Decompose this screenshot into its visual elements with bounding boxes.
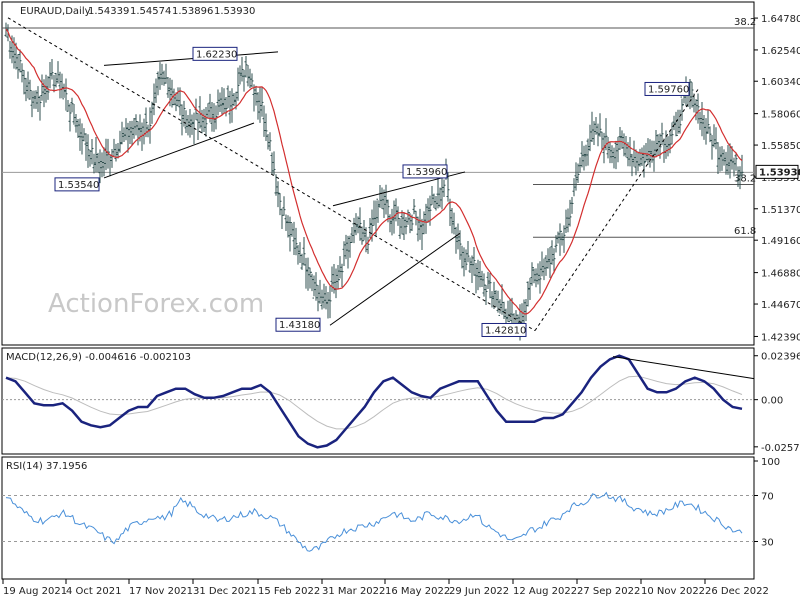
rsi-panel <box>1 456 755 580</box>
x-tick-label: 27 Sep 2022 <box>577 586 640 597</box>
x-tick-label: 17 Nov 2021 <box>129 586 193 597</box>
x-tick-label: 16 May 2022 <box>385 586 450 597</box>
x-tick-label: 10 Nov 2022 <box>641 586 705 597</box>
x-tick-label: 15 Feb 2022 <box>258 586 320 597</box>
price-title: EURAUD,Daily <box>20 6 91 17</box>
rsi-ytick-label: 30 <box>761 538 774 549</box>
annotation-label: 1.53960 <box>406 167 447 178</box>
ohlc-close: 1.53930 <box>214 6 255 17</box>
x-tick-label: 31 Mar 2022 <box>322 586 385 597</box>
ohlc-open: 1.54339 <box>88 6 129 17</box>
x-tick-label: 26 Dec 2022 <box>705 586 769 597</box>
price-ytick-label: 1.44670 <box>761 300 800 311</box>
annotation-label: 1.62230 <box>196 49 237 60</box>
price-ytick-label: 1.49160 <box>761 236 800 247</box>
price-ytick-label: 1.46880 <box>761 269 800 280</box>
macd-panel <box>1 347 755 455</box>
price-ytick-label: 1.55850 <box>761 141 800 152</box>
annotation-label: 1.42810 <box>485 325 526 336</box>
last-price-tag-label: 1.53930 <box>759 167 800 178</box>
fib-label: 38.2 <box>734 17 756 28</box>
ohlc-low: 1.53896 <box>172 6 213 17</box>
fib-label: 38.2 <box>734 173 756 184</box>
macd-ytick-label: 0.00 <box>761 396 783 407</box>
annotation-label: 1.59760 <box>648 84 689 95</box>
x-tick-label: 19 Aug 2021 <box>3 586 67 597</box>
price-ytick-label: 1.64780 <box>761 14 800 25</box>
price-ytick-label: 1.58060 <box>761 110 800 121</box>
x-tick-label: 31 Dec 2021 <box>193 586 257 597</box>
ohlc-high: 1.54574 <box>130 6 171 17</box>
price-ytick-label: 1.42390 <box>761 332 800 343</box>
price-ytick-label: 1.62540 <box>761 46 800 57</box>
rsi-ytick-label: 100 <box>761 457 780 468</box>
rsi-title: RSI(14) 37.1956 <box>6 461 87 472</box>
watermark: ActionForex.com <box>48 289 264 319</box>
x-tick-label: 29 Jun 2022 <box>449 586 509 597</box>
macd-ytick-label: -0.025726 <box>761 443 800 454</box>
price-ytick-label: 1.60340 <box>761 77 800 88</box>
annotation-label: 1.43180 <box>279 320 320 331</box>
fib-label: 61.8 <box>734 226 756 237</box>
macd-title: MACD(12,26,9) -0.004616 -0.002103 <box>6 352 191 363</box>
chart-figure: 1.64780 1.62540 1.60340 1.58060 1.55850 1.535… <box>1 1 800 597</box>
macd-ytick-label: 0.023963 <box>761 352 800 363</box>
x-tick-label: 4 Oct 2021 <box>66 586 121 597</box>
rsi-ytick-label: 70 <box>761 492 774 503</box>
annotation-label: 1.53540 <box>58 180 99 191</box>
x-tick-label: 12 Aug 2022 <box>513 586 577 597</box>
price-ytick-label: 1.51370 <box>761 205 800 216</box>
